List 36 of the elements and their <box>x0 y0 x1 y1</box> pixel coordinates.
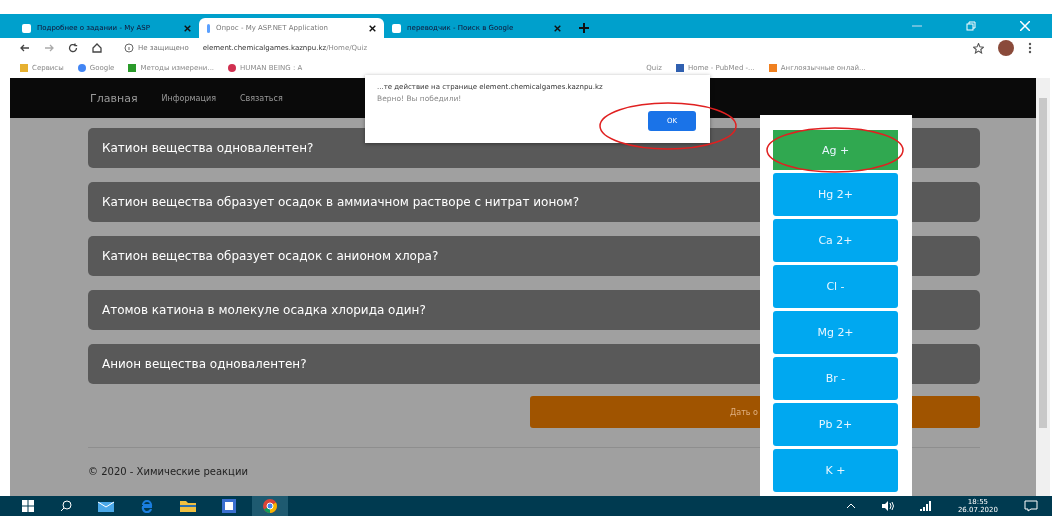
document-app-icon[interactable] <box>222 499 236 513</box>
ion-button[interactable]: Br - <box>773 357 898 400</box>
reload-icon[interactable] <box>68 43 78 53</box>
ion-button[interactable]: Mg 2+ <box>773 311 898 354</box>
back-icon[interactable] <box>20 43 30 53</box>
close-tab-icon[interactable] <box>184 24 191 32</box>
menu-icon[interactable] <box>1028 42 1032 54</box>
folder-icon[interactable] <box>180 500 196 512</box>
ion-button[interactable]: Ag + <box>773 130 898 170</box>
ion-button[interactable]: Ca 2+ <box>773 219 898 262</box>
nav-link[interactable]: Связаться <box>239 93 283 103</box>
mail-icon[interactable] <box>98 500 114 512</box>
ion-button[interactable]: Hg 2+ <box>773 173 898 216</box>
ion-button[interactable]: K + <box>773 449 898 492</box>
browser-e-icon[interactable] <box>140 499 154 513</box>
close-icon[interactable] <box>1020 21 1030 31</box>
windows-start-icon[interactable] <box>22 500 34 512</box>
ion-button[interactable]: Pb 2+ <box>773 403 898 446</box>
nav-link[interactable]: Информация <box>161 93 216 103</box>
footer-text: © 2020 - Химические реакции <box>88 466 248 477</box>
speaker-icon[interactable] <box>881 501 894 511</box>
scrollbar[interactable] <box>1036 78 1050 496</box>
ion-button[interactable]: Cl - <box>773 265 898 308</box>
home-icon[interactable] <box>92 43 102 53</box>
info-icon[interactable] <box>124 43 134 53</box>
new-tab-icon[interactable] <box>579 23 589 33</box>
star-icon[interactable] <box>973 42 984 54</box>
close-tab-icon[interactable] <box>369 24 376 32</box>
network-icon[interactable] <box>919 501 932 511</box>
chevron-up-icon[interactable] <box>845 503 856 509</box>
close-tab-icon[interactable] <box>554 24 561 32</box>
search-icon[interactable] <box>60 500 72 512</box>
nav-link[interactable]: Главная <box>90 91 138 105</box>
avatar-icon[interactable] <box>998 40 1014 56</box>
notification-icon[interactable] <box>1024 500 1038 512</box>
chrome-icon[interactable] <box>263 499 277 513</box>
